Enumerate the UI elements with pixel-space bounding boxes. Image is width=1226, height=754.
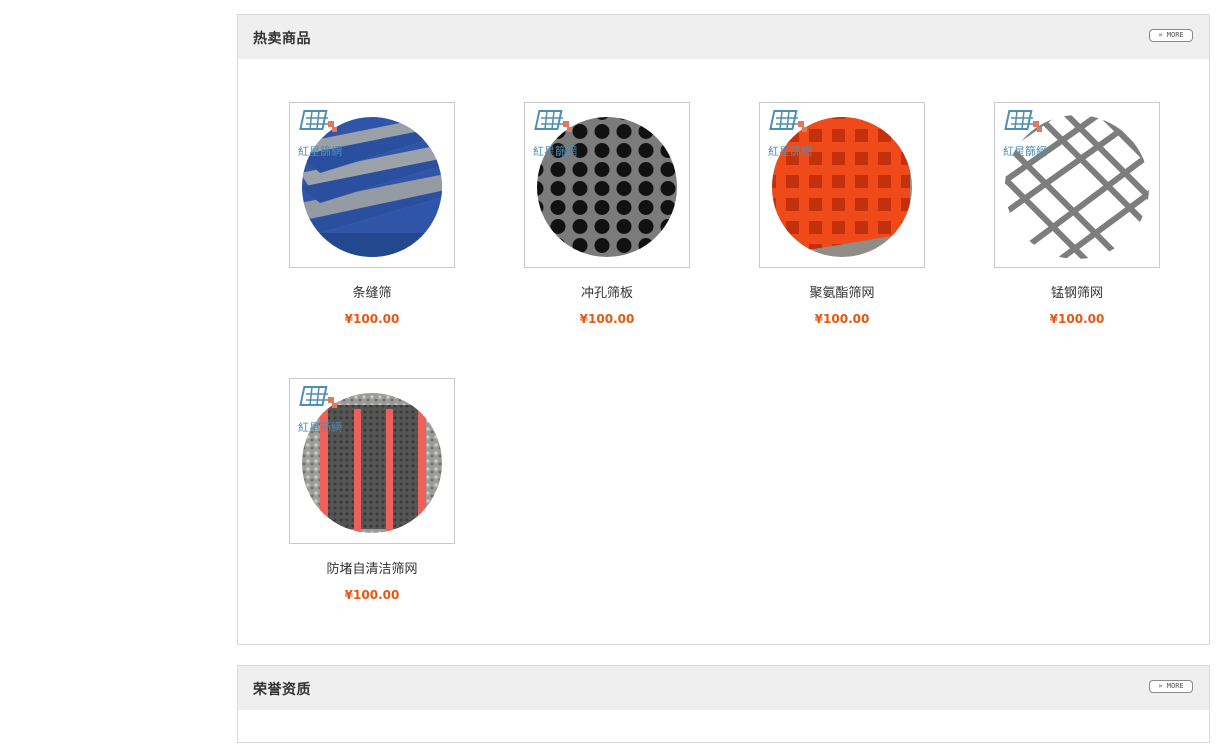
product-card[interactable]: 紅星篩網 防堵自清洁筛网 ¥100.00 [287, 378, 457, 602]
punched-plate-image: 紅星篩網 [533, 110, 677, 257]
more-button[interactable]: » MORE [1149, 29, 1193, 42]
product-card[interactable]: 紅星篩網 冲孔筛板 ¥100.00 [522, 102, 692, 326]
product-price: ¥100.00 [814, 312, 870, 326]
product-thumbnail[interactable]: 紅星篩網 [289, 378, 455, 544]
manganese-steel-mesh-image: 紅星篩網 [1003, 110, 1149, 259]
product-card[interactable]: 紅星篩網 条缝筛 ¥100.00 [287, 102, 457, 326]
product-name[interactable]: 冲孔筛板 [522, 282, 692, 301]
hot-products-panel: 热卖商品 » MORE 紅星篩網 条缝筛 ¥100.00 紅星篩網 冲孔筛板 ¥… [237, 14, 1210, 645]
product-price: ¥100.00 [344, 588, 400, 602]
product-name[interactable]: 聚氨酯筛网 [757, 282, 927, 301]
hot-products-header: 热卖商品 » MORE [238, 15, 1209, 59]
more-button[interactable]: » MORE [1149, 680, 1193, 693]
slot-screen-image: 紅星篩網 [298, 110, 442, 257]
svg-text:紅星篩網: 紅星篩網 [533, 144, 577, 158]
product-price: ¥100.00 [1049, 312, 1105, 326]
product-card[interactable]: 紅星篩網 聚氨酯筛网 ¥100.00 [757, 102, 927, 326]
product-price: ¥100.00 [579, 312, 635, 326]
product-price: ¥100.00 [344, 312, 400, 326]
svg-text:紅星篩網: 紅星篩網 [298, 144, 342, 158]
svg-text:紅星篩網: 紅星篩網 [298, 420, 342, 434]
product-name[interactable]: 锰钢筛网 [992, 282, 1162, 301]
product-card[interactable]: 紅星篩網 锰钢筛网 ¥100.00 [992, 102, 1162, 326]
svg-text:紅星篩網: 紅星篩網 [1003, 144, 1047, 158]
polyurethane-screen-image: 紅星篩網 [768, 110, 912, 257]
product-name[interactable]: 防堵自清洁筛网 [287, 558, 457, 577]
product-thumbnail[interactable]: 紅星篩網 [289, 102, 455, 268]
panel-title: 荣誉资质 [253, 682, 311, 698]
panel-title: 热卖商品 [253, 31, 311, 47]
honors-panel: 荣誉资质 » MORE [237, 665, 1210, 743]
product-thumbnail[interactable]: 紅星篩網 [524, 102, 690, 268]
anti-clog-screen-image: 紅星篩網 [298, 386, 442, 533]
honors-header: 荣誉资质 » MORE [238, 666, 1209, 710]
product-name[interactable]: 条缝筛 [287, 282, 457, 301]
svg-text:紅星篩網: 紅星篩網 [768, 144, 812, 158]
product-thumbnail[interactable]: 紅星篩網 [994, 102, 1160, 268]
product-thumbnail[interactable]: 紅星篩網 [759, 102, 925, 268]
